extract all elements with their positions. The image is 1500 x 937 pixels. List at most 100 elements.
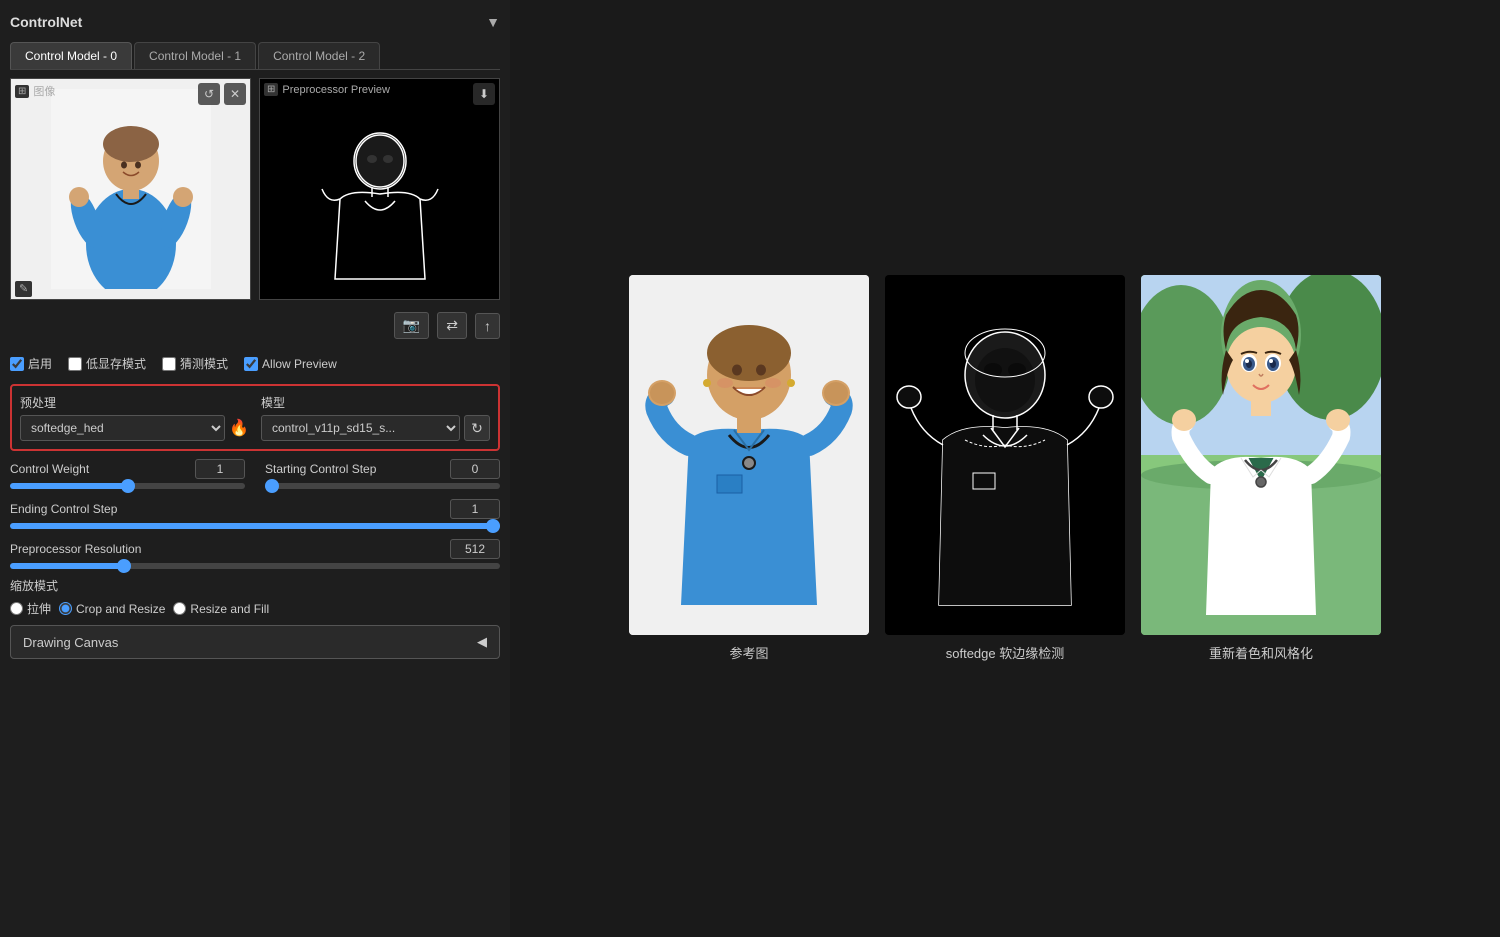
preview-image-controls: ⬇	[473, 83, 495, 105]
stretch-label: 拉伸	[27, 600, 51, 617]
download-preview-btn[interactable]: ⬇	[473, 83, 495, 105]
starting-step-label: Starting Control Step	[265, 462, 376, 476]
sketch-preview	[260, 79, 499, 299]
gallery-caption-2: 重新着色和风格化	[1209, 643, 1313, 662]
fill-radio[interactable]	[173, 602, 186, 615]
stretch-option[interactable]: 拉伸	[10, 600, 51, 617]
gallery-row: 参考图	[629, 275, 1381, 662]
fire-icon: 🔥	[229, 418, 249, 438]
gallery-caption-0: 参考图	[729, 643, 768, 662]
ending-step-label: Ending Control Step	[10, 502, 117, 516]
drawing-canvas-label: Drawing Canvas	[23, 635, 118, 650]
preprocessor-col: 预处理 softedge_hed 🔥	[20, 394, 249, 441]
drawing-canvas-section[interactable]: Drawing Canvas ◀	[10, 625, 500, 659]
crop-radio[interactable]	[59, 602, 72, 615]
guess-mode-label: 猜测模式	[180, 355, 228, 372]
starting-step-value[interactable]	[450, 459, 500, 479]
zoom-options: 拉伸 Crop and Resize Resize and Fill	[10, 600, 500, 617]
source-image-box[interactable]: ⊞ 图像 ↺ ✕	[10, 78, 251, 300]
dual-slider-row-1: Control Weight Starting Control Step	[10, 459, 500, 489]
action-row: 📷 ⇄ ↑	[10, 308, 500, 343]
starting-step-slider[interactable]	[265, 483, 500, 489]
ending-step-slider[interactable]	[10, 523, 500, 529]
preprocessor-select[interactable]: softedge_hed	[20, 415, 225, 441]
crop-label: Crop and Resize	[76, 602, 165, 616]
guess-mode-checkbox-item[interactable]: 猜测模式	[162, 355, 228, 372]
allow-preview-checkbox-item[interactable]: Allow Preview	[244, 357, 337, 371]
tab-control-model-2[interactable]: Control Model - 2	[258, 42, 380, 69]
model-refresh-btn[interactable]: ↻	[464, 415, 490, 441]
control-weight-slider[interactable]	[10, 483, 245, 489]
gallery-item-2: 重新着色和风格化	[1141, 275, 1381, 662]
gallery-img-1	[885, 275, 1125, 635]
tab-control-model-0[interactable]: Control Model - 0	[10, 42, 132, 69]
close-source-btn[interactable]: ✕	[224, 83, 246, 105]
enable-checkbox-item[interactable]: 启用	[10, 355, 52, 372]
panel-title: ControlNet	[10, 14, 82, 30]
starting-step-header: Starting Control Step	[265, 459, 500, 479]
control-weight-header: Control Weight	[10, 459, 245, 479]
swap-btn[interactable]: ⇄	[437, 312, 467, 339]
zoom-section: 缩放模式 拉伸 Crop and Resize Resize and Fill	[10, 577, 500, 617]
enable-checkbox[interactable]	[10, 357, 24, 371]
model-label: 模型	[261, 394, 490, 411]
preview-image-box[interactable]: ⊞ Preprocessor Preview ⬇	[259, 78, 500, 300]
tabs-row: Control Model - 0 Control Model - 1 Cont…	[10, 42, 500, 70]
gallery-img-2	[1141, 275, 1381, 635]
gallery-photo-nurse	[629, 275, 869, 635]
gallery-item-1: softedge 软边缘检测	[885, 275, 1125, 662]
panel-toggle-icon[interactable]: ▼	[486, 14, 500, 30]
crop-option[interactable]: Crop and Resize	[59, 602, 165, 616]
refresh-source-btn[interactable]: ↺	[198, 83, 220, 105]
tab-control-model-1[interactable]: Control Model - 1	[134, 42, 256, 69]
preprocessor-row: softedge_hed 🔥	[20, 415, 249, 441]
allow-preview-checkbox[interactable]	[244, 357, 258, 371]
source-image-label: ⊞ 图像	[15, 83, 55, 99]
control-weight-value[interactable]	[195, 459, 245, 479]
source-image-controls: ↺ ✕	[198, 83, 246, 105]
sliders-section: Control Weight Starting Control Step End…	[10, 459, 500, 569]
low-memory-checkbox[interactable]	[68, 357, 82, 371]
nurse-source-photo	[11, 79, 250, 299]
edit-icon: ✎	[15, 280, 32, 295]
drawing-canvas-icon: ◀	[477, 634, 487, 650]
panel-header: ControlNet ▼	[10, 10, 500, 34]
gallery-caption-1: softedge 软边缘检测	[946, 643, 1065, 662]
ending-step-row: Ending Control Step	[10, 499, 500, 529]
fill-label: Resize and Fill	[190, 602, 269, 616]
preprocessor-res-value[interactable]	[450, 539, 500, 559]
low-memory-checkbox-item[interactable]: 低显存模式	[68, 355, 146, 372]
control-weight-col: Control Weight	[10, 459, 245, 489]
preprocessor-res-label: Preprocessor Resolution	[10, 542, 141, 556]
ending-step-header: Ending Control Step	[10, 499, 500, 519]
preprocessor-res-header: Preprocessor Resolution	[10, 539, 500, 559]
gallery-anime	[1141, 275, 1381, 635]
low-memory-label: 低显存模式	[86, 355, 146, 372]
model-section: 预处理 softedge_hed 🔥 模型 control_v11p_sd15_…	[10, 384, 500, 451]
right-area: 参考图	[510, 0, 1500, 937]
model-select[interactable]: control_v11p_sd15_s...	[261, 415, 460, 441]
preview-image-label: ⊞ Preprocessor Preview	[264, 83, 390, 96]
image-row: ⊞ 图像 ↺ ✕	[10, 78, 500, 300]
checkbox-row: 启用 低显存模式 猜测模式 Allow Preview	[10, 351, 500, 376]
preprocessor-res-row: Preprocessor Resolution	[10, 539, 500, 569]
upload-btn[interactable]: ↑	[475, 313, 500, 339]
fill-option[interactable]: Resize and Fill	[173, 602, 269, 616]
gallery-item-0: 参考图	[629, 275, 869, 662]
allow-preview-label: Allow Preview	[262, 357, 337, 371]
guess-mode-checkbox[interactable]	[162, 357, 176, 371]
left-panel: ControlNet ▼ Control Model - 0 Control M…	[0, 0, 510, 937]
model-col: 模型 control_v11p_sd15_s... ↻	[261, 394, 490, 441]
model-row: control_v11p_sd15_s... ↻	[261, 415, 490, 441]
stretch-radio[interactable]	[10, 602, 23, 615]
camera-btn[interactable]: 📷	[394, 312, 429, 339]
zoom-label: 缩放模式	[10, 577, 500, 594]
starting-step-col: Starting Control Step	[265, 459, 500, 489]
enable-label: 启用	[28, 355, 52, 372]
control-weight-label: Control Weight	[10, 462, 89, 476]
preprocessor-label: 预处理	[20, 394, 249, 411]
ending-step-value[interactable]	[450, 499, 500, 519]
preprocessor-res-slider[interactable]	[10, 563, 500, 569]
gallery-sketch	[885, 275, 1125, 635]
gallery-img-0	[629, 275, 869, 635]
